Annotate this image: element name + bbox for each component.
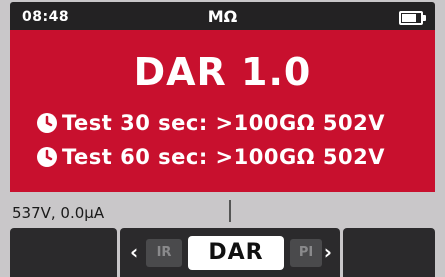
info-divider	[229, 200, 231, 222]
result-row-30-sec: Test 30 sec: >100GΩ 502V	[36, 108, 431, 138]
battery-icon	[399, 11, 426, 25]
status-bar: 08:48 MΩ	[10, 2, 435, 30]
chevron-right-icon[interactable]: ›	[324, 240, 332, 264]
softkey-bar: ‹ IR DAR PI ›	[10, 228, 435, 277]
mode-selector[interactable]: ‹ IR DAR PI ›	[120, 228, 340, 277]
mode-option-dar-selected[interactable]: DAR	[188, 236, 284, 270]
clock-icon	[37, 113, 57, 133]
result-text: Test 30 sec: >100GΩ 502V	[62, 111, 385, 135]
softkey-right[interactable]	[343, 228, 435, 277]
clock-icon	[37, 147, 57, 167]
voltage-current-readout: 537V, 0.0µA	[12, 204, 105, 222]
test-result-title: DAR 1.0	[133, 50, 312, 94]
info-bar: 537V, 0.0µA	[10, 196, 435, 226]
meter-screen: 08:48 MΩ DAR 1.0 Test 30 sec: >100GΩ 502…	[0, 0, 445, 277]
softkey-left[interactable]	[10, 228, 117, 277]
result-row-60-sec: Test 60 sec: >100GΩ 502V	[36, 142, 431, 172]
mode-option-ir[interactable]: IR	[146, 239, 182, 267]
chevron-left-icon[interactable]: ‹	[130, 240, 138, 264]
result-text: Test 60 sec: >100GΩ 502V	[62, 145, 385, 169]
result-panel: DAR 1.0 Test 30 sec: >100GΩ 502V Test 60…	[10, 30, 435, 192]
measurement-unit: MΩ	[207, 7, 238, 26]
mode-option-pi[interactable]: PI	[290, 239, 322, 267]
